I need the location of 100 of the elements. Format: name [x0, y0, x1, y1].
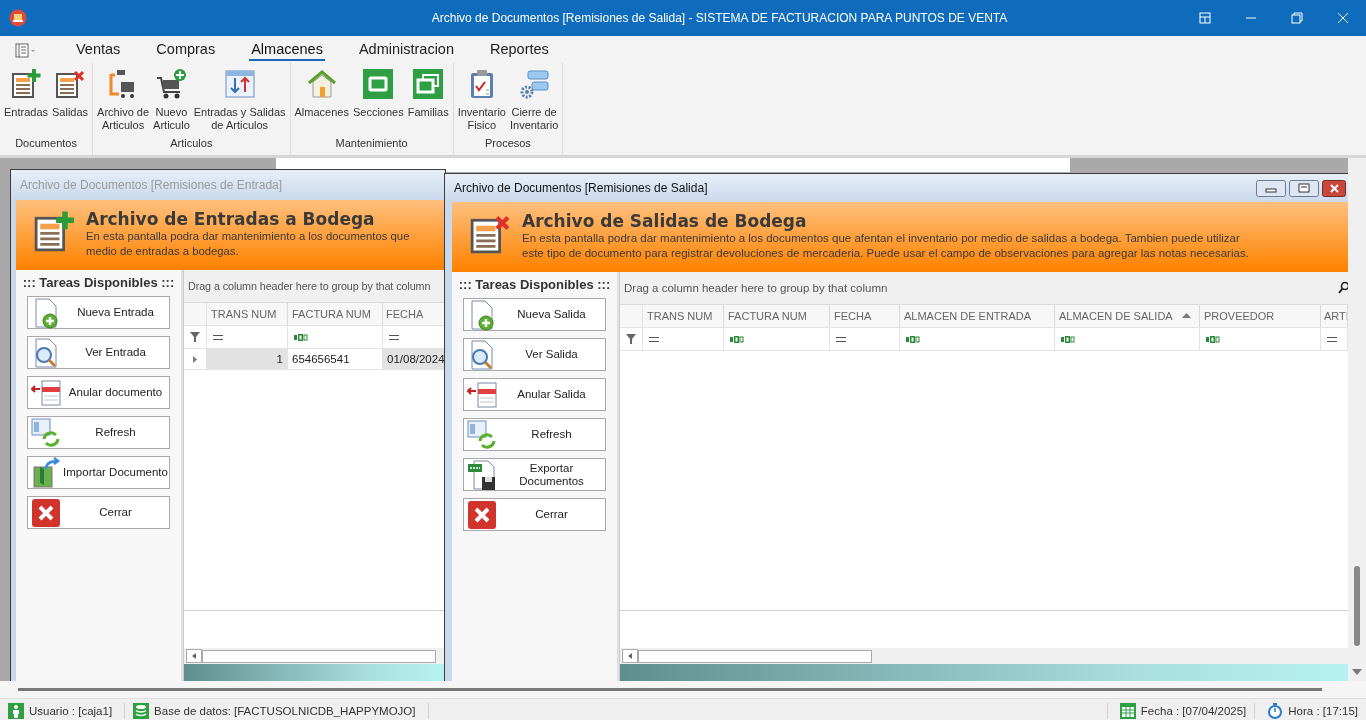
horizontal-scrollbar[interactable]	[184, 648, 445, 664]
menu-tab[interactable]: Reportes	[488, 38, 551, 61]
refresh-icon	[466, 418, 498, 451]
ribbon-button[interactable]: Familias	[405, 68, 451, 119]
filter-icon[interactable]	[626, 334, 636, 344]
window-title: Archivo de Documentos [Remisiones de Salida]	[453, 181, 709, 195]
scroll-thumb[interactable]	[202, 649, 436, 663]
cart-plus-icon	[155, 68, 188, 100]
table-cell: 01/08/2024	[383, 349, 445, 369]
banner-description: En esta pantalla podra dar mantenimiento a los documentos que afentan el inventario por medio de salidas a bodega. Tambien puede utilizar	[522, 231, 1241, 246]
column-header[interactable]: PROVEEDOR	[1200, 305, 1321, 327]
equals-icon	[213, 334, 223, 340]
minimize-button[interactable]	[1256, 179, 1286, 197]
scroll-thumb[interactable]	[638, 649, 872, 663]
ribbon-button[interactable]: Archivo de Articulos	[95, 68, 152, 132]
text-filter-icon	[1061, 335, 1075, 343]
ribbon-button[interactable]: Secciones	[350, 68, 406, 119]
status-text: Usuario : [caja1]	[29, 705, 113, 717]
search-icon[interactable]	[1338, 281, 1348, 295]
task-button[interactable]: Cerrar	[27, 496, 170, 529]
document-plus-icon	[10, 68, 42, 100]
scroll-left-button[interactable]	[622, 649, 638, 663]
scroll-thumb[interactable]	[18, 688, 1322, 691]
equals-icon	[649, 336, 659, 342]
group-hint: Drag a column header here to group by that column	[188, 280, 431, 292]
ribbon-button[interactable]: Entradas	[2, 68, 51, 119]
task-button[interactable]: Anular documento	[27, 376, 170, 409]
gear-blocks-icon	[518, 68, 551, 100]
banner-description: En esta pantalla podra dar mantenimiento a los documentos que	[86, 229, 410, 244]
horizontal-scrollbar[interactable]	[620, 648, 1348, 664]
column-header[interactable]: TRANS NUM	[207, 303, 288, 325]
task-button[interactable]: Ver Entrada	[27, 336, 170, 369]
window-title: Archivo de Documentos [Remisiones de Salida] - SISTEMA DE FACTURACION PARA PUNTOS DE VENTA	[430, 11, 1009, 25]
ribbon-button[interactable]: Cierre de Inventario	[507, 68, 561, 132]
arrows-icon	[223, 68, 256, 100]
menu-tab[interactable]: Ventas	[74, 38, 123, 61]
task-button[interactable]: Nueva Salida	[463, 298, 606, 331]
task-button[interactable]: Exportar Documentos	[463, 458, 606, 491]
restore-button[interactable]	[1289, 179, 1319, 197]
equals-icon	[389, 334, 399, 340]
group-label: Articulos	[169, 137, 214, 151]
app-icon	[9, 9, 27, 27]
row-indicator-icon	[193, 355, 197, 363]
table-cell: 1	[207, 349, 288, 369]
document-plus-icon	[32, 210, 76, 254]
banner-description: medio de entradas a bodegas.	[86, 244, 240, 259]
import-icon	[30, 456, 62, 489]
filter-icon[interactable]	[190, 332, 200, 342]
task-button[interactable]: Nueva Entrada	[27, 296, 170, 329]
person-icon	[8, 703, 24, 719]
task-button[interactable]: Anular Salida	[463, 378, 606, 411]
scroll-left-button[interactable]	[186, 649, 202, 663]
group-label: Mantenimiento	[334, 137, 409, 151]
ribbon-button[interactable]: Almacenes	[292, 68, 351, 119]
menu-tab[interactable]: Compras	[154, 38, 218, 61]
stacked-squares-icon	[412, 68, 445, 100]
status-text: Hora : [17:15]	[1288, 705, 1358, 717]
close-icon	[30, 496, 62, 529]
column-header[interactable]: TRANS NUM	[643, 305, 724, 327]
stopwatch-icon	[1267, 703, 1284, 719]
column-header[interactable]: ALMACEN DE ENTRADA	[900, 305, 1055, 327]
calendar-icon	[1119, 703, 1136, 719]
equals-icon	[836, 336, 846, 342]
equals-icon	[1327, 336, 1337, 342]
window-title: Archivo de Documentos [Remisiones de Entrada]	[19, 178, 284, 192]
task-button[interactable]: Ver Salida	[463, 338, 606, 371]
task-button[interactable]: Refresh	[27, 416, 170, 449]
text-filter-icon	[1206, 335, 1220, 343]
database-icon	[133, 703, 150, 719]
house-icon	[305, 68, 338, 100]
refresh-icon	[30, 416, 62, 449]
column-header[interactable]: FECHA	[830, 305, 900, 327]
text-filter-icon	[906, 335, 920, 343]
group-label: Procesos	[484, 137, 532, 151]
group-label: Documentos	[14, 137, 78, 151]
text-filter-icon	[730, 335, 744, 343]
column-header[interactable]: FACTURA NUM	[288, 303, 383, 325]
close-button[interactable]	[1322, 179, 1346, 197]
scroll-thumb[interactable]	[1354, 566, 1360, 646]
close-icon	[466, 498, 498, 531]
panel-title: ::: Tareas Disponibles :::	[458, 277, 611, 292]
menu-tab[interactable]: Almacenes	[249, 38, 325, 61]
ribbon-button[interactable]: Inventario Fisico	[455, 68, 508, 132]
task-button[interactable]: Cerrar	[463, 498, 606, 531]
ribbon-button[interactable]: Entradas y Salidas de Articulos	[191, 68, 288, 132]
task-button[interactable]: Refresh	[463, 418, 606, 451]
column-header[interactable]: ALMACEN DE SALIDA	[1055, 305, 1200, 327]
document-x-icon	[54, 68, 87, 100]
status-text: Base de datos: [FACTUSOLNICDB_HAPPYMOJO]	[154, 705, 416, 717]
group-hint: Drag a column header here to group by that column	[624, 282, 888, 294]
sort-ascending-icon	[1182, 313, 1191, 318]
ribbon-button[interactable]: Salidas	[50, 68, 91, 119]
column-header[interactable]: FACTURA NUM	[724, 305, 830, 327]
square-icon	[362, 68, 395, 100]
menu-tab[interactable]: Administracion	[356, 38, 456, 61]
task-button[interactable]: Importar Documento	[27, 456, 170, 489]
ribbon-button[interactable]: Nuevo Articulo	[151, 68, 192, 132]
panel-title: ::: Tareas Disponibles :::	[22, 275, 175, 290]
banner-title: Archivo de Entradas a Bodega	[86, 209, 376, 229]
banner-description: este tipo de documento para registrar devoluciones de mercaderia. Puede usar el campo de observaciones para agregar las notas necesarias.	[522, 246, 1249, 261]
